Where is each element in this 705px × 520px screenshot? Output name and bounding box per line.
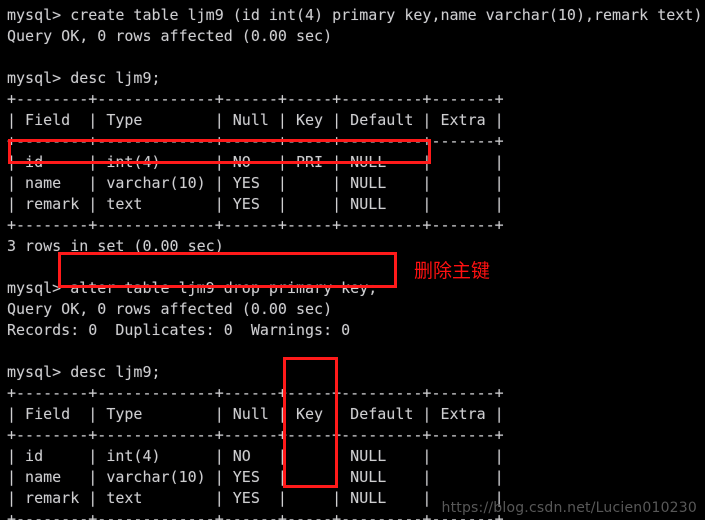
terminal-console-output: mysql> create table ljm9 (id int(4) prim… xyxy=(7,6,705,520)
blog-watermark: https://blog.csdn.net/Lucien010230 xyxy=(441,500,697,516)
mysql-terminal-window[interactable]: mysql> create table ljm9 (id int(4) prim… xyxy=(0,0,705,520)
annotation-delete-primary-key: 删除主键 xyxy=(414,260,491,282)
